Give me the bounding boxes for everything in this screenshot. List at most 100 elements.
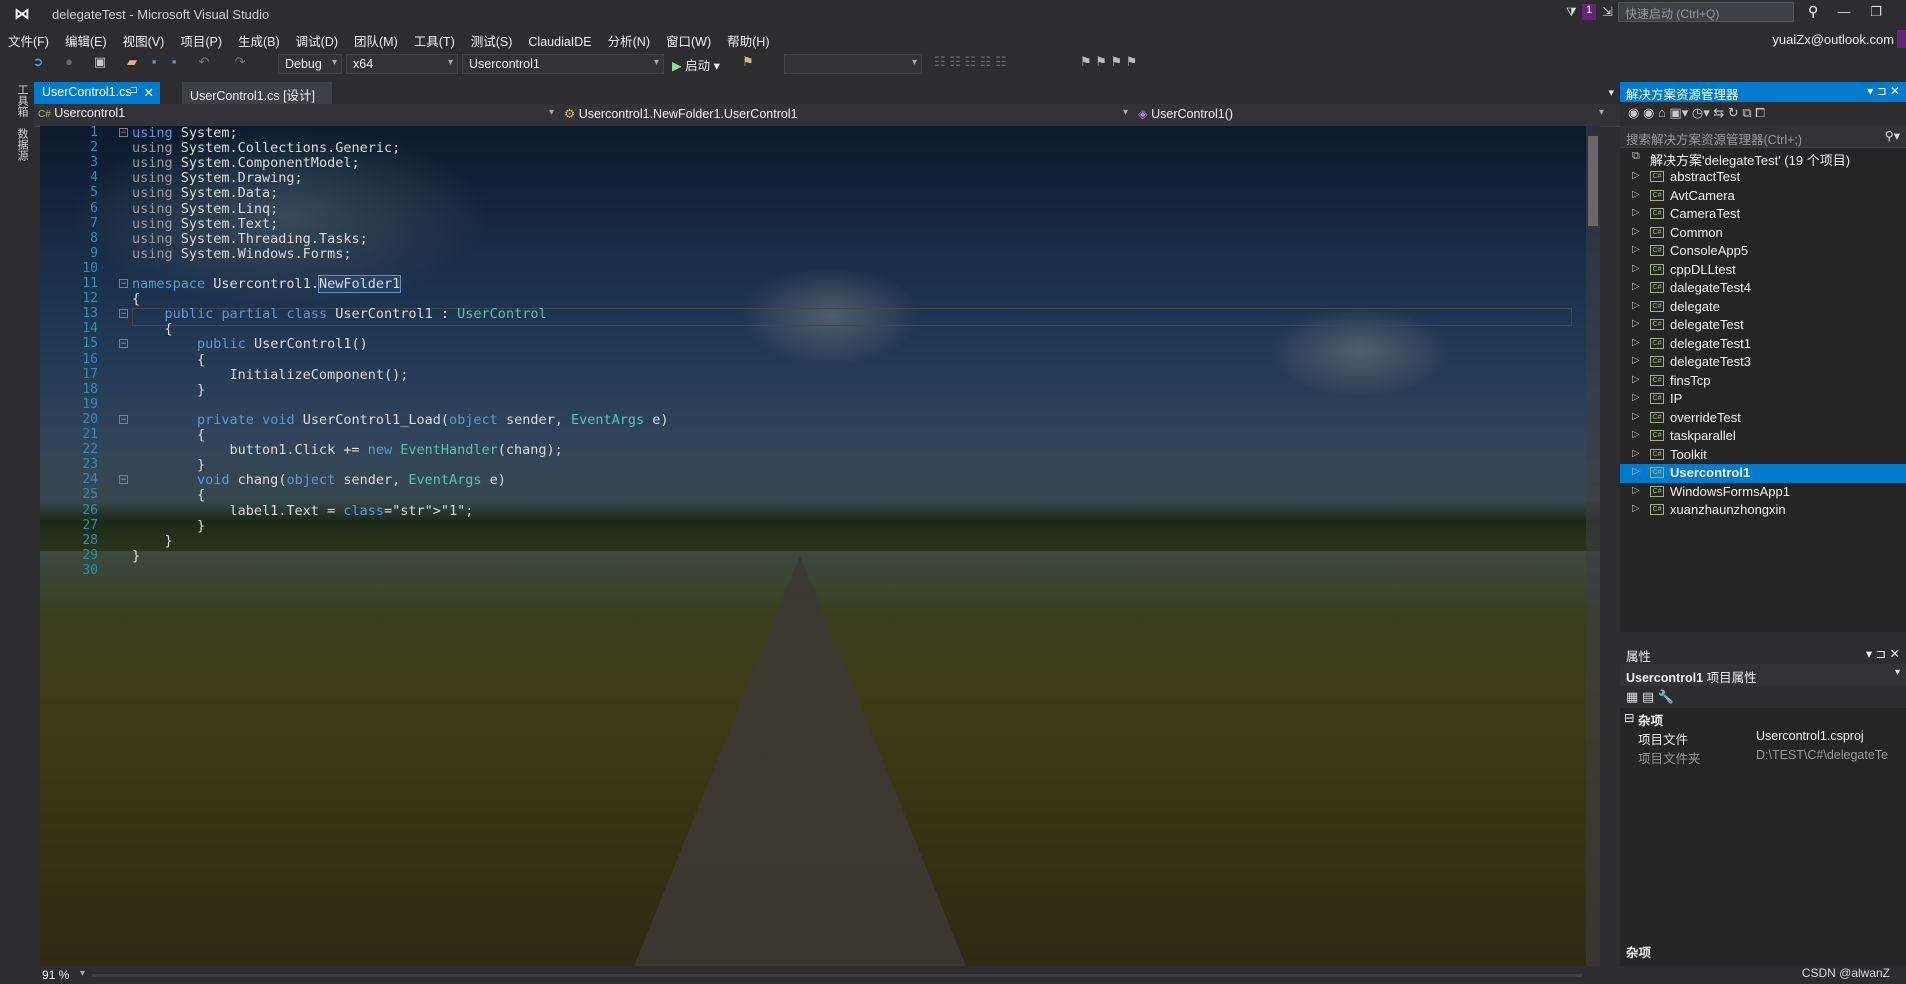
tab-usercontrol1-designer[interactable]: UserControl1.cs [设计] <box>182 82 332 104</box>
solution-project-item[interactable]: ▷ C# Toolkit <box>1620 446 1906 465</box>
tab-usercontrol1-cs[interactable]: UserControl1.cs ⊐ ✕ <box>34 82 160 104</box>
solution-project-item[interactable]: ▷ C# delegateTest3 <box>1620 353 1906 372</box>
type-nav-select[interactable]: ⚙ Usercontrol1.NewFolder1.UserControl1 ▾ <box>564 106 1132 124</box>
fold-toggle-icon[interactable]: − <box>119 279 128 288</box>
property-pages-icon[interactable]: 🔧 <box>1658 689 1674 704</box>
start-button[interactable]: ▶ 启动 ▾ <box>672 55 720 74</box>
expand-icon[interactable]: ▷ <box>1632 355 1640 366</box>
expand-icon[interactable]: ▷ <box>1632 392 1640 403</box>
home-icon[interactable]: ⌂ <box>1658 105 1666 120</box>
solution-project-item[interactable]: ▷ C# ConsoleApp5 <box>1620 242 1906 261</box>
pending-changes-icon[interactable]: ◷▾ <box>1692 105 1710 120</box>
property-category[interactable]: ⊟ 杂项 <box>1620 708 1906 728</box>
undo-icon[interactable]: ↶ <box>196 54 212 74</box>
save-all-icon[interactable]: ▪ <box>166 54 182 74</box>
search-icon[interactable]: ⚲▾ <box>1885 128 1900 143</box>
solution-project-item[interactable]: ▷ C# WindowsFormsApp1 <box>1620 483 1906 502</box>
quick-launch-input[interactable]: 快速启动 (Ctrl+Q) <box>1618 2 1794 22</box>
code-line[interactable]: public partial class UserControl1 : User… <box>132 305 547 324</box>
refresh-icon[interactable]: ↻ <box>1728 105 1739 120</box>
panel-controls[interactable]: ▾ ⊐ ✕ <box>1867 84 1900 98</box>
zoom-level[interactable]: 91 % <box>42 968 69 982</box>
solution-project-item[interactable]: ▷ C# overrideTest <box>1620 409 1906 428</box>
notification-count[interactable]: 1 <box>1582 4 1596 20</box>
property-row[interactable]: 项目文件 Usercontrol1.csproj <box>1620 727 1906 747</box>
member-nav-select[interactable]: ◈ UserControl1() ▾ <box>1138 106 1608 124</box>
solution-project-item[interactable]: ▷ C# taskparallel <box>1620 427 1906 446</box>
solution-project-item[interactable]: ▷ C# abstractTest <box>1620 168 1906 187</box>
scrollbar-thumb[interactable] <box>1588 136 1598 226</box>
expand-icon[interactable]: ▷ <box>1632 207 1640 218</box>
collapse-all-icon[interactable]: ⧉ <box>1742 105 1751 120</box>
solution-project-item[interactable]: ▷ C# AvtCamera <box>1620 187 1906 206</box>
expand-icon[interactable]: ▷ <box>1632 281 1640 292</box>
categorized-icon[interactable]: ▦ <box>1626 689 1638 704</box>
switch-views-icon[interactable]: ▣▾ <box>1669 105 1688 120</box>
forward-icon[interactable]: ◉ <box>1643 105 1654 120</box>
solution-project-item[interactable]: ▷ C# Usercontrol1 <box>1620 464 1906 483</box>
expand-icon[interactable]: ▷ <box>1632 263 1640 274</box>
account-name[interactable]: yuaiZx@outlook.com <box>1772 32 1894 47</box>
code-line[interactable]: } <box>132 547 140 566</box>
property-row[interactable]: 项目文件夹 D:\TEST\C#\delegateTe <box>1620 746 1906 766</box>
expand-icon[interactable]: ▷ <box>1632 226 1640 237</box>
empty-toolbar-select[interactable]: ▾ <box>784 54 922 74</box>
solution-project-item[interactable]: ▷ C# xuanzhaunzhongxin <box>1620 501 1906 520</box>
feedback-icon[interactable]: ⇲ <box>1602 4 1613 20</box>
expand-icon[interactable]: ▷ <box>1632 411 1640 422</box>
fold-toggle-icon[interactable]: − <box>119 339 128 349</box>
new-project-icon[interactable]: ▣ <box>92 54 108 74</box>
pin-icon[interactable]: ⊐ <box>130 85 138 96</box>
solution-project-item[interactable]: ▷ C# Common <box>1620 224 1906 243</box>
project-nav-select[interactable]: C# Usercontrol1 ▾ <box>38 106 558 124</box>
bookmark-icons[interactable]: ⚑ ⚑ ⚑ ⚑ <box>1080 54 1180 74</box>
minimize-icon[interactable]: — <box>1830 4 1858 24</box>
properties-object-select[interactable]: Usercontrol1 项目属性 ▾ <box>1620 664 1906 686</box>
tab-dropdown-icon[interactable]: ▾ <box>1608 86 1614 99</box>
navigate-forward-icon[interactable]: ● <box>62 54 76 74</box>
open-file-icon[interactable]: ▰ <box>124 54 140 74</box>
solution-root[interactable]: ⧉ 解决方案'delegateTest' (19 个项目) <box>1620 148 1906 168</box>
expand-icon[interactable]: ▷ <box>1632 337 1640 348</box>
vertical-scrollbar[interactable] <box>1586 126 1600 966</box>
solution-project-item[interactable]: ▷ C# cppDLLtest <box>1620 261 1906 280</box>
collapse-icon[interactable]: ⊟ <box>1624 710 1634 725</box>
fold-toggle-icon[interactable]: − <box>119 309 128 319</box>
fold-toggle-icon[interactable]: − <box>119 475 128 485</box>
code-line[interactable]: namespace Usercontrol1.NewFolder1 <box>132 275 402 294</box>
expand-icon[interactable]: ▷ <box>1632 374 1640 385</box>
code-editor[interactable]: 1 2 3 4 5 6 7 8 9 10 11 12 13 14 15 16 17 18 19 20 21 22 23 24 2… <box>40 126 1600 966</box>
expand-icon[interactable]: ▷ <box>1632 429 1640 440</box>
expand-icon[interactable]: ▷ <box>1632 189 1640 200</box>
alphabetical-icon[interactable]: ▤ <box>1642 689 1654 704</box>
show-all-files-icon[interactable]: ⧠ <box>1755 105 1765 120</box>
browser-link-icon[interactable]: ⚑ <box>740 54 756 74</box>
redo-icon[interactable]: ↷ <box>232 54 248 74</box>
platform-select[interactable]: x64 ▾ <box>346 54 458 74</box>
toolbox-tab[interactable]: 工具箱 <box>14 84 30 117</box>
expand-icon[interactable]: ▷ <box>1632 466 1640 477</box>
navigate-back-icon[interactable]: ➲ <box>30 54 46 74</box>
expand-icon[interactable]: ▷ <box>1632 170 1640 181</box>
solution-project-item[interactable]: ▷ C# IP <box>1620 390 1906 409</box>
save-icon[interactable]: ▪ <box>146 54 162 74</box>
startup-project-select[interactable]: Usercontrol1 ▾ <box>462 54 664 74</box>
code-line[interactable]: } <box>132 381 205 400</box>
expand-icon[interactable]: ▷ <box>1632 448 1640 459</box>
expand-icon[interactable]: ▷ <box>1632 300 1640 311</box>
data-sources-tab[interactable]: 数据源 <box>14 128 30 161</box>
solution-project-item[interactable]: ▷ C# delegateTest1 <box>1620 335 1906 354</box>
solution-search-input[interactable]: 搜索解决方案资源管理器(Ctrl+;) ⚲▾ <box>1620 126 1906 148</box>
solution-project-item[interactable]: ▷ C# dalegateTest4 <box>1620 279 1906 298</box>
back-icon[interactable]: ◉ <box>1628 105 1639 120</box>
solution-config-select[interactable]: Debug ▾ <box>278 54 342 74</box>
expand-icon[interactable]: ▷ <box>1632 244 1640 255</box>
fold-toggle-icon[interactable]: − <box>119 414 128 424</box>
horizontal-scrollbar[interactable] <box>92 974 1582 977</box>
expand-icon[interactable]: ▷ <box>1632 503 1640 514</box>
expand-icon[interactable]: ▷ <box>1632 318 1640 329</box>
menu-claudiaide[interactable]: ClaudiaIDE <box>520 32 599 52</box>
solution-project-item[interactable]: ▷ C# delegateTest <box>1620 316 1906 335</box>
notification-flag-icon[interactable]: ⧩ <box>1566 5 1577 20</box>
restore-icon[interactable]: ❐ <box>1862 4 1890 24</box>
